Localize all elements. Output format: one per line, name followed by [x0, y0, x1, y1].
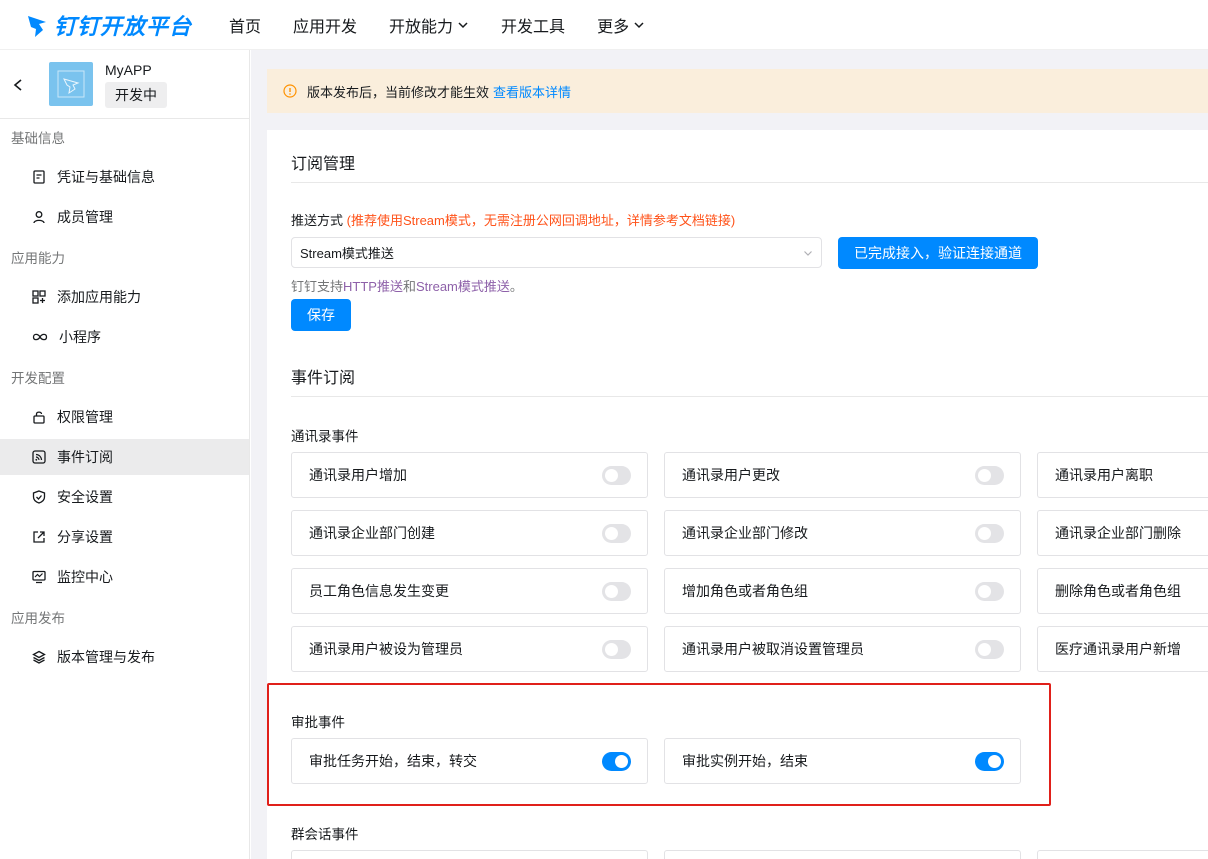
push-method-hint: (推荐使用Stream模式，无需注册公网回调地址，详情参考文档链接) — [346, 213, 736, 228]
sidebar-item-mini-program[interactable]: 小程序 — [0, 319, 249, 355]
event-card: 审批实例开始，结束 — [664, 738, 1021, 784]
chevron-down-icon — [458, 21, 468, 28]
chevron-down-icon — [804, 251, 812, 256]
app-name: MyAPP — [105, 62, 152, 78]
event-toggle[interactable] — [602, 640, 631, 659]
divider — [291, 182, 1208, 183]
event-toggle[interactable] — [975, 524, 1004, 543]
category-group-chat: 群会话事件 — [291, 827, 359, 842]
group-title-basic: 基础信息 — [11, 131, 65, 146]
sidebar-item-version[interactable]: 版本管理与发布 — [0, 639, 249, 675]
section-title-subscription: 订阅管理 — [291, 156, 356, 173]
layers-icon — [32, 650, 46, 664]
event-card: 审批任务开始，结束，转交 — [291, 738, 648, 784]
event-card: 增加角色或者角色组 — [664, 568, 1021, 614]
logo-text: 钉钉开放平台 — [54, 13, 193, 39]
event-toggle[interactable] — [975, 582, 1004, 601]
chevron-down-icon — [634, 21, 644, 28]
event-card: 通讯录企业部门修改 — [664, 510, 1021, 556]
sidebar-item-security[interactable]: 安全设置 — [0, 479, 249, 515]
monitor-icon — [32, 570, 46, 584]
sidebar: MyAPP 开发中 基础信息 凭证与基础信息 成员管理 应用能力 添加应用能力 … — [0, 50, 250, 859]
sidebar-item-event-subscription[interactable]: 事件订阅 — [0, 439, 249, 475]
event-card: 医疗通讯录用户新增 — [1037, 626, 1208, 672]
dingtalk-logo[interactable]: 钉钉开放平台 — [26, 9, 216, 41]
main-content: 版本发布后，当前修改才能生效 查看版本详情 订阅管理 推送方式 (推荐使用Str… — [251, 50, 1208, 859]
event-card — [664, 850, 1021, 859]
nav-more[interactable]: 更多 — [597, 13, 645, 37]
event-card — [1037, 850, 1208, 859]
notice-link[interactable]: 查看版本详情 — [493, 82, 571, 101]
event-card: 通讯录用户离职 — [1037, 452, 1208, 498]
event-card: 通讯录企业部门创建 — [291, 510, 648, 556]
back-arrow-icon[interactable] — [12, 78, 24, 92]
event-card: 员工角色信息发生变更 — [291, 568, 648, 614]
section-title-events: 事件订阅 — [291, 370, 356, 387]
http-push-link[interactable]: HTTP推送 — [343, 279, 403, 294]
credential-icon — [33, 170, 45, 184]
infinity-icon — [32, 333, 48, 341]
nav-dev-tools[interactable]: 开发工具 — [501, 13, 565, 37]
notice-text: 版本发布后，当前修改才能生效 — [307, 84, 490, 100]
info-icon — [283, 84, 297, 98]
app-header: MyAPP 开发中 — [0, 50, 249, 119]
sidebar-item-monitor[interactable]: 监控中心 — [0, 559, 249, 595]
nav-app-dev[interactable]: 应用开发 — [293, 13, 357, 37]
version-notice: 版本发布后，当前修改才能生效 查看版本详情 — [267, 69, 1208, 113]
event-toggle[interactable] — [602, 524, 631, 543]
category-approval: 审批事件 — [291, 715, 345, 730]
group-title-dev-config: 开发配置 — [11, 371, 65, 386]
event-toggle[interactable] — [975, 466, 1004, 485]
app-avatar — [49, 62, 93, 106]
event-card: 通讯录用户被设为管理员 — [291, 626, 648, 672]
sidebar-item-permissions[interactable]: 权限管理 — [0, 399, 249, 435]
event-toggle[interactable] — [975, 752, 1004, 771]
event-card: 通讯录用户增加 — [291, 452, 648, 498]
sidebar-item-add-capability[interactable]: 添加应用能力 — [0, 279, 249, 315]
grid-add-icon — [32, 290, 46, 304]
app-status-badge: 开发中 — [105, 82, 167, 108]
sidebar-item-share[interactable]: 分享设置 — [0, 519, 249, 555]
push-method-label: 推送方式 (推荐使用Stream模式，无需注册公网回调地址，详情参考文档链接) — [291, 213, 736, 228]
support-text: 钉钉支持HTTP推送和Stream模式推送。 — [291, 279, 523, 294]
nav-open-capabilities[interactable]: 开放能力 — [389, 13, 469, 37]
share-icon — [33, 531, 45, 543]
group-title-publish: 应用发布 — [11, 611, 65, 626]
person-icon — [33, 211, 45, 224]
dingtalk-bird-icon — [28, 15, 46, 37]
stream-push-link[interactable]: Stream模式推送 — [416, 279, 510, 294]
event-card: 删除角色或者角色组 — [1037, 568, 1208, 614]
sidebar-item-credentials[interactable]: 凭证与基础信息 — [0, 159, 249, 195]
event-card — [291, 850, 648, 859]
event-card: 通讯录用户被取消设置管理员 — [664, 626, 1021, 672]
subscription-panel: 订阅管理 推送方式 (推荐使用Stream模式，无需注册公网回调地址，详情参考文… — [267, 130, 1208, 859]
event-card: 通讯录企业部门删除 — [1037, 510, 1208, 556]
event-toggle[interactable] — [602, 752, 631, 771]
save-button[interactable]: 保存 — [291, 299, 351, 331]
rss-icon — [32, 450, 46, 464]
nav-home[interactable]: 首页 — [229, 13, 261, 37]
event-toggle[interactable] — [975, 640, 1004, 659]
category-contacts: 通讯录事件 — [291, 429, 359, 444]
shield-icon — [32, 490, 46, 504]
divider — [291, 396, 1208, 397]
verify-connection-button[interactable]: 已完成接入，验证连接通道 — [838, 237, 1038, 269]
app-logo-icon — [57, 70, 85, 98]
event-toggle[interactable] — [602, 466, 631, 485]
event-card: 通讯录用户更改 — [664, 452, 1021, 498]
lock-icon — [33, 411, 45, 424]
group-title-capabilities: 应用能力 — [11, 251, 65, 266]
event-toggle[interactable] — [602, 582, 631, 601]
push-method-select[interactable]: Stream模式推送 — [291, 237, 822, 268]
sidebar-item-members[interactable]: 成员管理 — [0, 199, 249, 235]
top-navbar: 钉钉开放平台 首页 应用开发 开放能力 开发工具 更多 — [0, 0, 1208, 50]
